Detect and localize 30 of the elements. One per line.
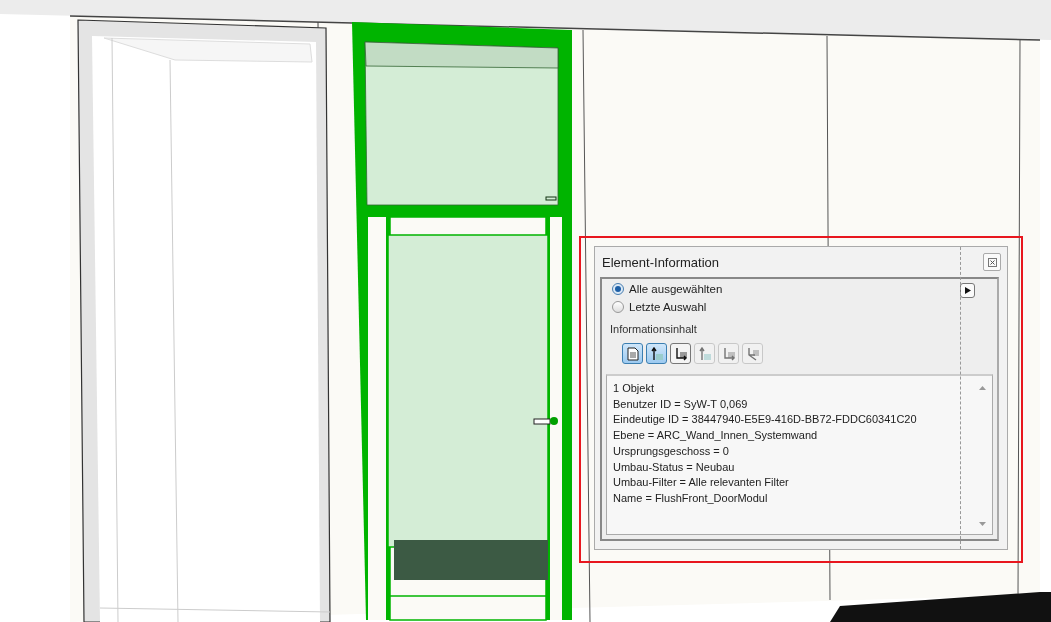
info-line: Umbau-Status = Neubau xyxy=(613,459,736,475)
info-line: Ebene = ARC_Wand_Innen_Systemwand xyxy=(613,428,819,444)
info-line: Benutzer ID = SyW-T 0,069 xyxy=(613,396,749,412)
info-line: Umbau-Filter = Alle relevanten Filter xyxy=(613,475,790,491)
info-line: 1 Objekt xyxy=(613,381,655,396)
corner-arrow-icon xyxy=(721,346,736,361)
toolbar-button[interactable] xyxy=(646,343,667,364)
scroll-up-icon[interactable] xyxy=(978,386,986,390)
radio-label: Letzte Auswahl xyxy=(629,301,707,313)
panel-title: Element-Information xyxy=(602,254,720,270)
corner-arrow-icon xyxy=(673,346,688,361)
radio-button[interactable] xyxy=(612,283,624,295)
toolbar-button[interactable] xyxy=(670,343,691,364)
close-button[interactable] xyxy=(983,253,1001,271)
section-label: Informationsinhalt xyxy=(610,323,698,335)
scroll-down-icon[interactable] xyxy=(978,522,986,526)
expand-button[interactable] xyxy=(960,283,975,298)
branch-arrow-icon xyxy=(745,346,760,361)
close-icon xyxy=(987,257,997,267)
info-line: Name = FlushFront_DoorModul xyxy=(613,490,769,506)
radio-label: Alle ausgewählten xyxy=(629,283,723,295)
info-line: Ursprungsgeschoss = 0 xyxy=(613,443,730,459)
radio-button[interactable] xyxy=(612,301,624,313)
document-icon xyxy=(626,346,639,361)
info-line: Eindeutige ID = 38447940-E5E9-416D-BB72-FDDC60341C20 xyxy=(613,412,918,428)
arrow-up-icon xyxy=(697,346,712,361)
radio-option[interactable]: Alle ausgewählten xyxy=(612,283,723,295)
radio-option[interactable]: Letzte Auswahl xyxy=(612,301,723,313)
play-icon xyxy=(964,287,971,294)
arrow-up-icon xyxy=(649,346,664,361)
